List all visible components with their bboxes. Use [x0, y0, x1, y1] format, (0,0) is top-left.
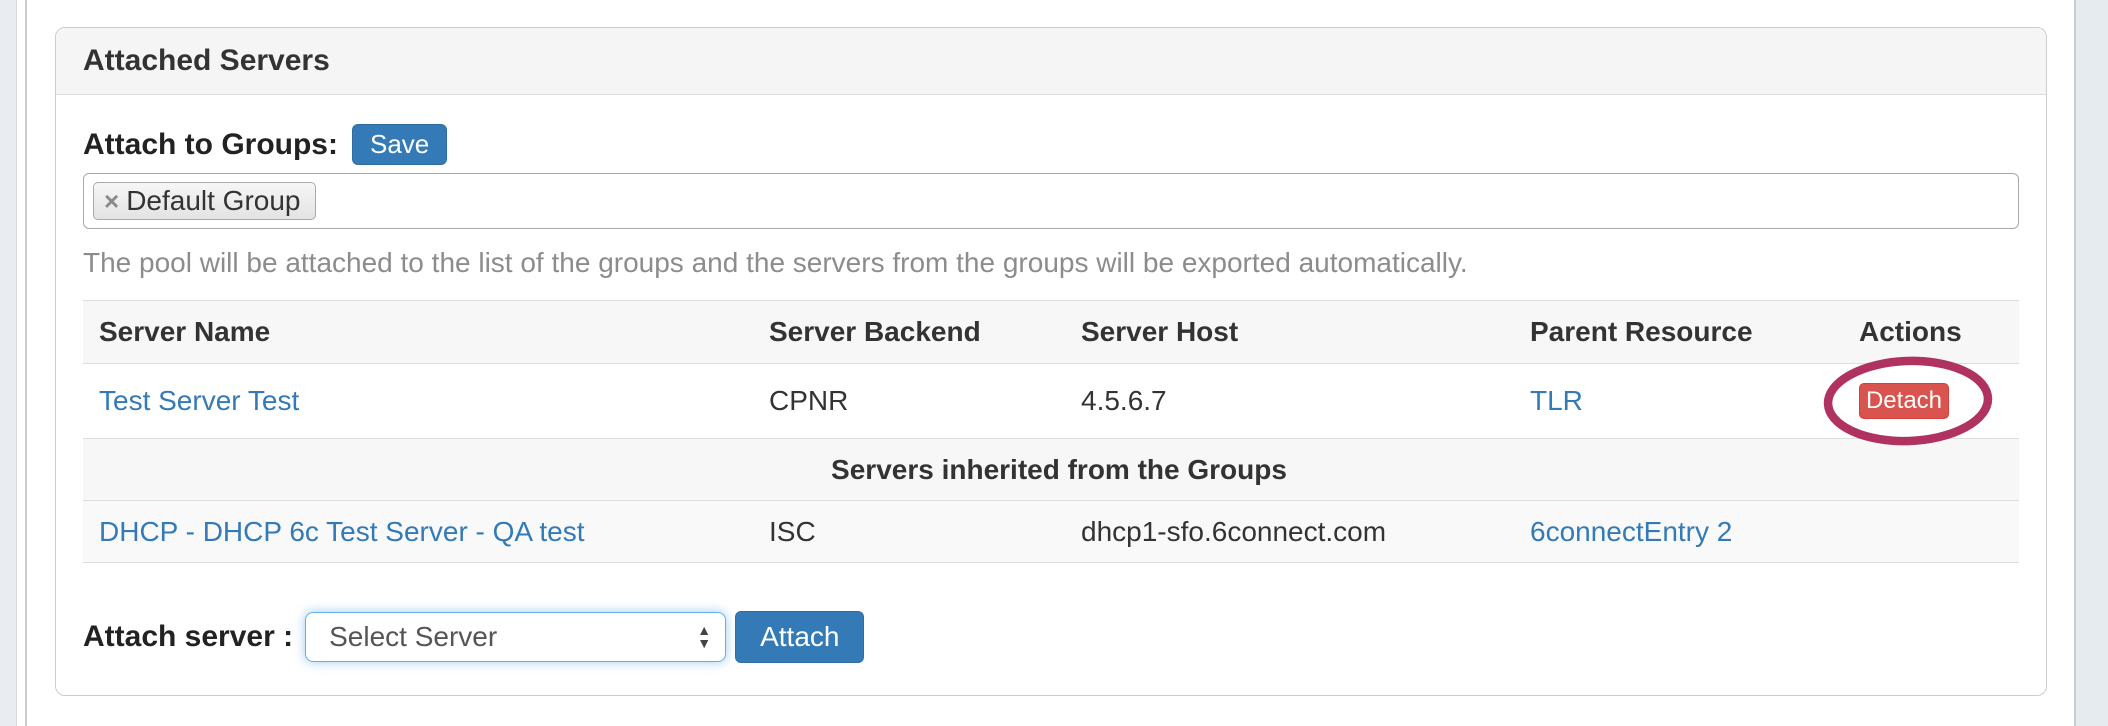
attached-servers-panel: Attached Servers Attach to Groups: Save … — [55, 27, 2047, 696]
groups-tag-input[interactable]: × Default Group — [83, 173, 2019, 229]
column-header-server-host: Server Host — [1065, 301, 1514, 364]
panel-title: Attached Servers — [83, 44, 330, 78]
attach-to-groups-label: Attach to Groups: — [83, 128, 338, 162]
table-row: Test Server Test CPNR 4.5.6.7 TLR Detach — [83, 364, 2019, 439]
actions-cell: Detach — [1843, 364, 2019, 439]
server-select-value: Select Server — [329, 621, 697, 653]
left-divider — [25, 0, 27, 726]
server-host-value: 4.5.6.7 — [1065, 364, 1514, 439]
attach-server-form: Attach server : Select Server ▲▼ Attach — [83, 611, 2019, 663]
server-backend-value: ISC — [753, 501, 1065, 563]
table-row: DHCP - DHCP 6c Test Server - QA test ISC… — [83, 501, 2019, 563]
server-backend-value: CPNR — [753, 364, 1065, 439]
panel-header: Attached Servers — [56, 28, 2046, 95]
remove-tag-icon[interactable]: × — [104, 188, 119, 214]
server-name-link[interactable]: Test Server Test — [99, 385, 299, 416]
attach-button[interactable]: Attach — [735, 611, 864, 663]
column-header-parent-resource: Parent Resource — [1514, 301, 1843, 364]
select-arrows-icon: ▲▼ — [697, 624, 711, 651]
parent-resource-link[interactable]: TLR — [1530, 385, 1583, 416]
group-tag: × Default Group — [93, 182, 316, 220]
detach-button[interactable]: Detach — [1859, 383, 1949, 419]
parent-resource-link[interactable]: 6connectEntry 2 — [1530, 516, 1732, 547]
column-header-actions: Actions — [1843, 301, 2019, 364]
groups-help-text: The pool will be attached to the list of… — [83, 247, 2019, 279]
server-name-link[interactable]: DHCP - DHCP 6c Test Server - QA test — [99, 516, 584, 547]
table-header-row: Server Name Server Backend Server Host P… — [83, 301, 2019, 364]
actions-cell-empty — [1843, 501, 2019, 563]
column-header-server-backend: Server Backend — [753, 301, 1065, 364]
inherited-servers-section-label: Servers inherited from the Groups — [83, 439, 2019, 501]
server-host-value: dhcp1-sfo.6connect.com — [1065, 501, 1514, 563]
page-left-margin — [0, 0, 17, 726]
attach-server-label: Attach server : — [83, 620, 293, 654]
group-tag-label: Default Group — [126, 185, 300, 217]
server-select[interactable]: Select Server ▲▼ — [305, 612, 726, 662]
page: Attached Servers Attach to Groups: Save … — [0, 0, 2108, 726]
page-right-margin — [2076, 0, 2108, 726]
attach-to-groups-row: Attach to Groups: Save — [83, 124, 2019, 165]
save-button[interactable]: Save — [352, 124, 447, 165]
panel-body: Attach to Groups: Save × Default Group T… — [56, 124, 2046, 663]
servers-table: Server Name Server Backend Server Host P… — [83, 300, 2019, 563]
column-header-server-name: Server Name — [83, 301, 753, 364]
inherited-servers-section-row: Servers inherited from the Groups — [83, 439, 2019, 501]
